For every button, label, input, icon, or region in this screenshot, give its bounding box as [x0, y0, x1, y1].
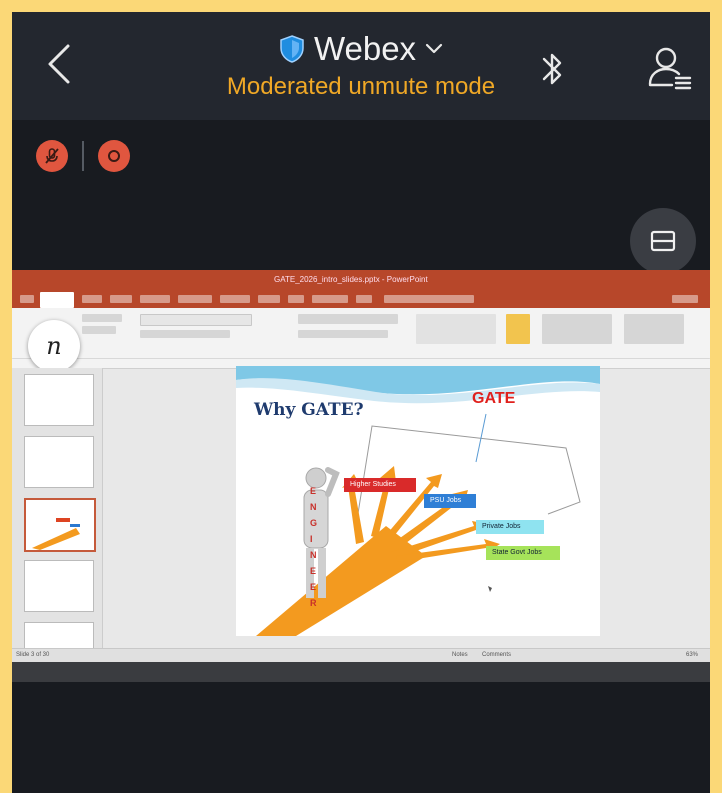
- meeting-title-button[interactable]: Webex: [278, 30, 444, 68]
- shared-screen[interactable]: GATE_2026_intro_slides.pptx - PowerPoint: [12, 270, 710, 662]
- meeting-status-indicators: [36, 140, 130, 172]
- svg-text:G: G: [310, 518, 317, 528]
- ppt-ribbon-tabs: [12, 290, 710, 308]
- record-icon: [108, 150, 120, 162]
- app-title: Webex: [313, 30, 417, 67]
- bluetooth-button[interactable]: [540, 48, 566, 95]
- notes-toggle[interactable]: Notes: [452, 652, 468, 658]
- shield-icon: [280, 35, 304, 63]
- path-label-1: Higher Studies: [350, 481, 396, 488]
- indicator-divider: [82, 141, 84, 171]
- svg-text:E: E: [310, 566, 316, 576]
- meeting-mode-subtitle: Moderated unmute mode: [226, 73, 496, 100]
- slide-thumbnail[interactable]: [24, 436, 94, 488]
- slide-thumbnails: [12, 368, 103, 650]
- chevron-down-icon: [425, 43, 443, 54]
- slide-thumbnail-selected[interactable]: [24, 498, 96, 552]
- svg-text:R: R: [310, 598, 317, 608]
- path-label-2: PSU Jobs: [430, 497, 462, 504]
- share-bottom-strip: [12, 662, 710, 682]
- slide-thumbnail[interactable]: [24, 374, 94, 426]
- ppt-ribbon: [12, 308, 710, 369]
- path-label-4: State Govt Jobs: [492, 549, 542, 556]
- webex-meeting-screen: Webex Moderated unmute mode GATE_2026_in…: [12, 12, 710, 793]
- svg-text:E: E: [310, 486, 316, 496]
- svg-text:N: N: [310, 502, 317, 512]
- ppt-window-title: GATE_2026_intro_slides.pptx - PowerPoint: [274, 275, 428, 284]
- slide-title: Why GATE?: [254, 400, 364, 420]
- slide-thumbnail[interactable]: [24, 622, 94, 650]
- layout-icon: [650, 230, 676, 252]
- mute-indicator[interactable]: [36, 140, 68, 172]
- svg-text:I: I: [310, 534, 313, 544]
- zoom-level: 63%: [686, 652, 699, 658]
- ppt-status-bar: Slide 3 of 30 Notes Comments 63%: [12, 648, 710, 662]
- slide-thumbnail[interactable]: [24, 560, 94, 612]
- pen-icon: n: [46, 332, 62, 360]
- top-bar: Webex Moderated unmute mode: [12, 12, 710, 120]
- muted-mic-icon: [45, 148, 59, 164]
- layout-button[interactable]: [630, 208, 696, 274]
- current-slide: ENGI NEER Why GATE? GATE Higher Studies …: [236, 366, 600, 636]
- participants-button[interactable]: [648, 46, 694, 95]
- bluetooth-icon: [542, 53, 562, 85]
- slide-counter: Slide 3 of 30: [16, 652, 50, 658]
- participants-icon: [648, 47, 692, 90]
- svg-text:N: N: [310, 550, 317, 560]
- svg-text:E: E: [310, 582, 316, 592]
- comments-toggle[interactable]: Comments: [482, 652, 511, 658]
- recording-indicator[interactable]: [98, 140, 130, 172]
- meeting-title-area: Webex Moderated unmute mode: [12, 30, 710, 101]
- slide-gate-label: GATE: [472, 390, 516, 407]
- annotate-button[interactable]: n: [28, 320, 80, 372]
- path-label-3: Private Jobs: [482, 523, 521, 530]
- ppt-title-bar: GATE_2026_intro_slides.pptx - PowerPoint: [12, 270, 710, 290]
